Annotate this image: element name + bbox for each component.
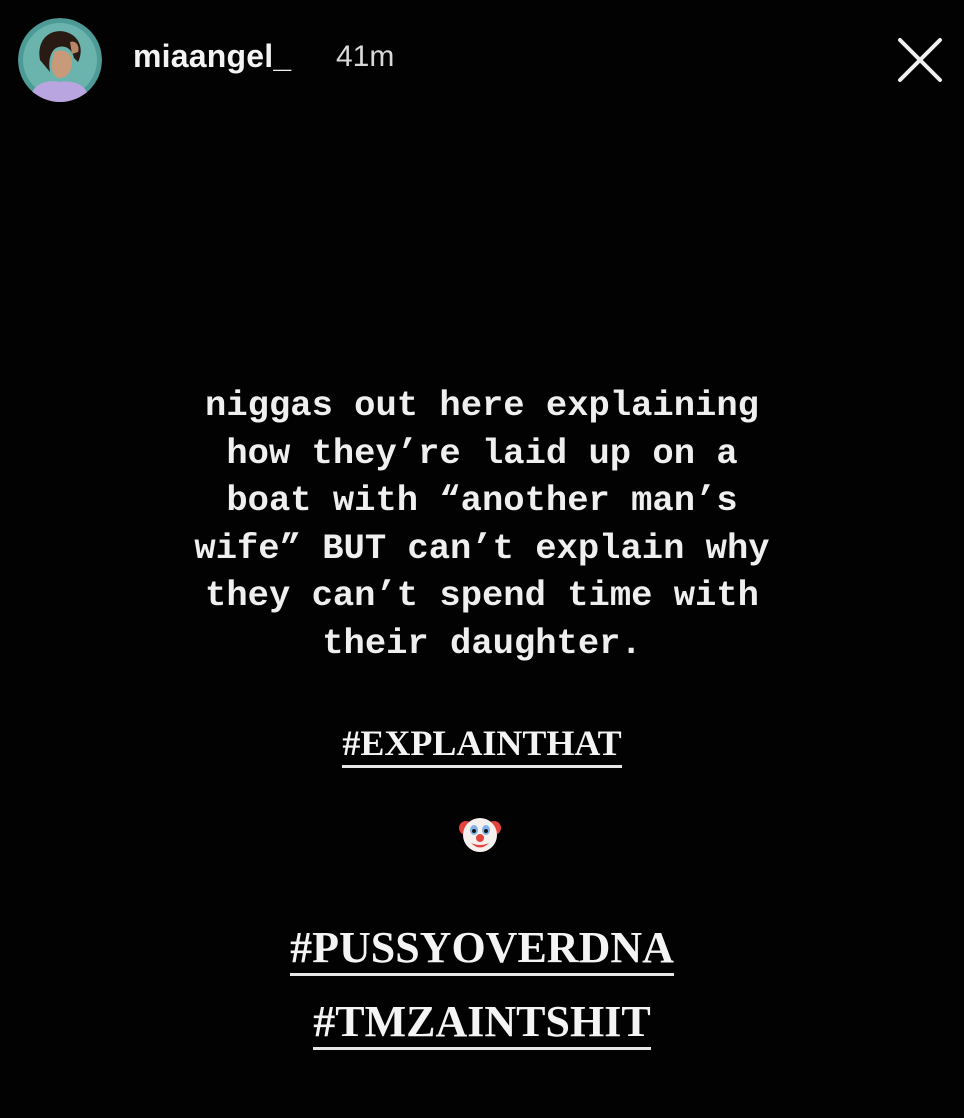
clown-face-icon — [458, 812, 502, 856]
hashtag-label: #TMZAINTSHIT — [313, 998, 651, 1051]
hashtag-tmzaintshit[interactable]: #TMZAINTSHIT — [0, 996, 964, 1051]
hashtag-label: #EXPLAINTHAT — [342, 724, 622, 768]
story-message: niggas out here explaining how they’re l… — [194, 385, 770, 664]
hashtag-label: #PUSSYOVERDNA — [290, 924, 674, 977]
hashtag-pussyoverdna[interactable]: #PUSSYOVERDNA — [0, 922, 964, 977]
hashtag-explainthat[interactable]: #EXPLAINTHAT — [0, 722, 964, 768]
story-content: niggas out here explaining how they’re l… — [0, 0, 964, 1118]
story-viewer: miaangel_ 41m niggas out here explaining… — [0, 0, 964, 1118]
